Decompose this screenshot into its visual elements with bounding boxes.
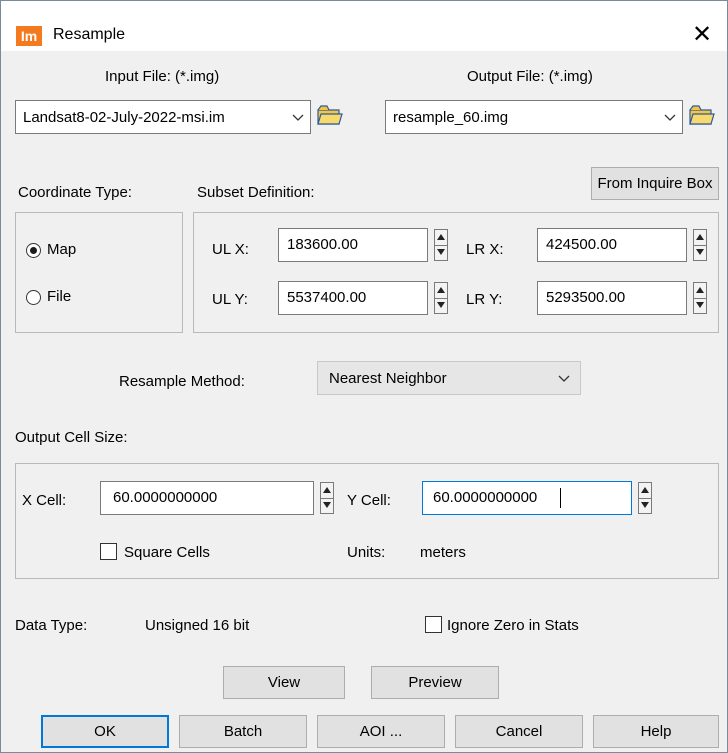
- spin-down-icon[interactable]: [639, 498, 651, 513]
- lr-x-value: 424500.00: [546, 236, 617, 253]
- aoi-button[interactable]: AOI ...: [317, 715, 445, 748]
- data-type-label: Data Type:: [15, 617, 88, 634]
- subset-definition-label: Subset Definition:: [197, 184, 315, 201]
- window-title: Resample: [53, 26, 126, 43]
- spin-up-icon[interactable]: [435, 283, 447, 299]
- title-bar: Im Resample ✕: [1, 1, 727, 51]
- x-cell-label: X Cell:: [22, 492, 67, 509]
- spin-down-icon[interactable]: [694, 245, 706, 260]
- square-cells-label[interactable]: Square Cells: [124, 544, 210, 561]
- resample-method-label: Resample Method:: [119, 373, 245, 390]
- x-cell-value: 60.0000000000: [113, 489, 218, 506]
- ok-button[interactable]: OK: [41, 715, 169, 748]
- output-file-combo[interactable]: resample_60.img: [385, 100, 683, 134]
- x-cell-spinner[interactable]: [320, 482, 334, 514]
- ul-x-spinner[interactable]: [434, 229, 448, 261]
- units-label: Units:: [347, 544, 386, 561]
- open-folder-icon[interactable]: [689, 104, 715, 126]
- output-cell-size-label: Output Cell Size:: [15, 429, 128, 446]
- ul-y-spinner[interactable]: [434, 282, 448, 314]
- input-file-value: Landsat8-02-July-2022-msi.im: [23, 109, 225, 126]
- input-file-combo[interactable]: Landsat8-02-July-2022-msi.im: [15, 100, 311, 134]
- data-type-value: Unsigned 16 bit: [145, 617, 250, 634]
- lr-x-label: LR X:: [466, 241, 504, 258]
- preview-button[interactable]: Preview: [371, 666, 499, 699]
- spin-up-icon[interactable]: [694, 230, 706, 246]
- help-button[interactable]: Help: [593, 715, 719, 748]
- spin-up-icon[interactable]: [321, 483, 333, 499]
- resample-method-select[interactable]: Nearest Neighbor: [317, 361, 581, 395]
- spin-up-icon[interactable]: [639, 483, 651, 499]
- ul-x-input[interactable]: 183600.00: [278, 228, 428, 262]
- y-cell-label: Y Cell:: [347, 492, 391, 509]
- spin-up-icon[interactable]: [694, 283, 706, 299]
- ul-x-value: 183600.00: [287, 236, 358, 253]
- y-cell-input[interactable]: 60.0000000000: [422, 481, 632, 515]
- ul-y-input[interactable]: 5537400.00: [278, 281, 428, 315]
- y-cell-spinner[interactable]: [638, 482, 652, 514]
- radio-selected-dot: [30, 247, 37, 254]
- chevron-down-icon: [292, 114, 304, 121]
- text-caret: [560, 488, 561, 508]
- cancel-button[interactable]: Cancel: [455, 715, 583, 748]
- spin-down-icon[interactable]: [694, 298, 706, 313]
- lr-x-input[interactable]: 424500.00: [537, 228, 687, 262]
- output-file-label: Output File: (*.img): [467, 68, 593, 85]
- coordinate-type-group: Map File: [15, 212, 183, 333]
- spin-down-icon[interactable]: [435, 298, 447, 313]
- resample-method-value: Nearest Neighbor: [329, 370, 447, 387]
- open-folder-icon[interactable]: [317, 104, 343, 126]
- lr-y-value: 5293500.00: [546, 289, 626, 306]
- ignore-zero-checkbox[interactable]: [425, 616, 442, 633]
- lr-y-spinner[interactable]: [693, 282, 707, 314]
- ul-y-label: UL Y:: [212, 291, 248, 308]
- spin-down-icon[interactable]: [435, 245, 447, 260]
- close-icon[interactable]: ✕: [677, 13, 727, 49]
- output-file-value: resample_60.img: [393, 109, 509, 126]
- spin-down-icon[interactable]: [321, 498, 333, 513]
- ul-y-value: 5537400.00: [287, 289, 367, 306]
- lr-x-spinner[interactable]: [693, 229, 707, 261]
- radio-file-label[interactable]: File: [47, 288, 71, 305]
- square-cells-checkbox[interactable]: [100, 543, 117, 560]
- units-value: meters: [420, 544, 466, 561]
- output-cell-size-group: X Cell: 60.0000000000 Y Cell: 60.0000000…: [15, 463, 719, 579]
- coordinate-type-label: Coordinate Type:: [18, 184, 132, 201]
- spin-up-icon[interactable]: [435, 230, 447, 246]
- from-inquire-box-button[interactable]: From Inquire Box: [591, 167, 719, 200]
- subset-definition-group: UL X: 183600.00 LR X: 424500.00 UL Y: 55…: [193, 212, 719, 333]
- input-file-label: Input File: (*.img): [105, 68, 220, 85]
- chevron-down-icon: [664, 114, 676, 121]
- chevron-down-icon: [558, 375, 570, 382]
- radio-map-label[interactable]: Map: [47, 241, 76, 258]
- ignore-zero-label[interactable]: Ignore Zero in Stats: [447, 617, 579, 634]
- y-cell-value: 60.0000000000: [433, 489, 538, 506]
- imagine-app-icon: Im: [16, 26, 42, 46]
- batch-button[interactable]: Batch: [179, 715, 307, 748]
- ul-x-label: UL X:: [212, 241, 249, 258]
- radio-file[interactable]: [26, 290, 41, 305]
- view-button[interactable]: View: [223, 666, 345, 699]
- lr-y-label: LR Y:: [466, 291, 503, 308]
- resample-dialog: Im Resample ✕ Input File: (*.img) Landsa…: [0, 0, 728, 753]
- x-cell-input[interactable]: 60.0000000000: [100, 481, 314, 515]
- lr-y-input[interactable]: 5293500.00: [537, 281, 687, 315]
- radio-map[interactable]: [26, 243, 41, 258]
